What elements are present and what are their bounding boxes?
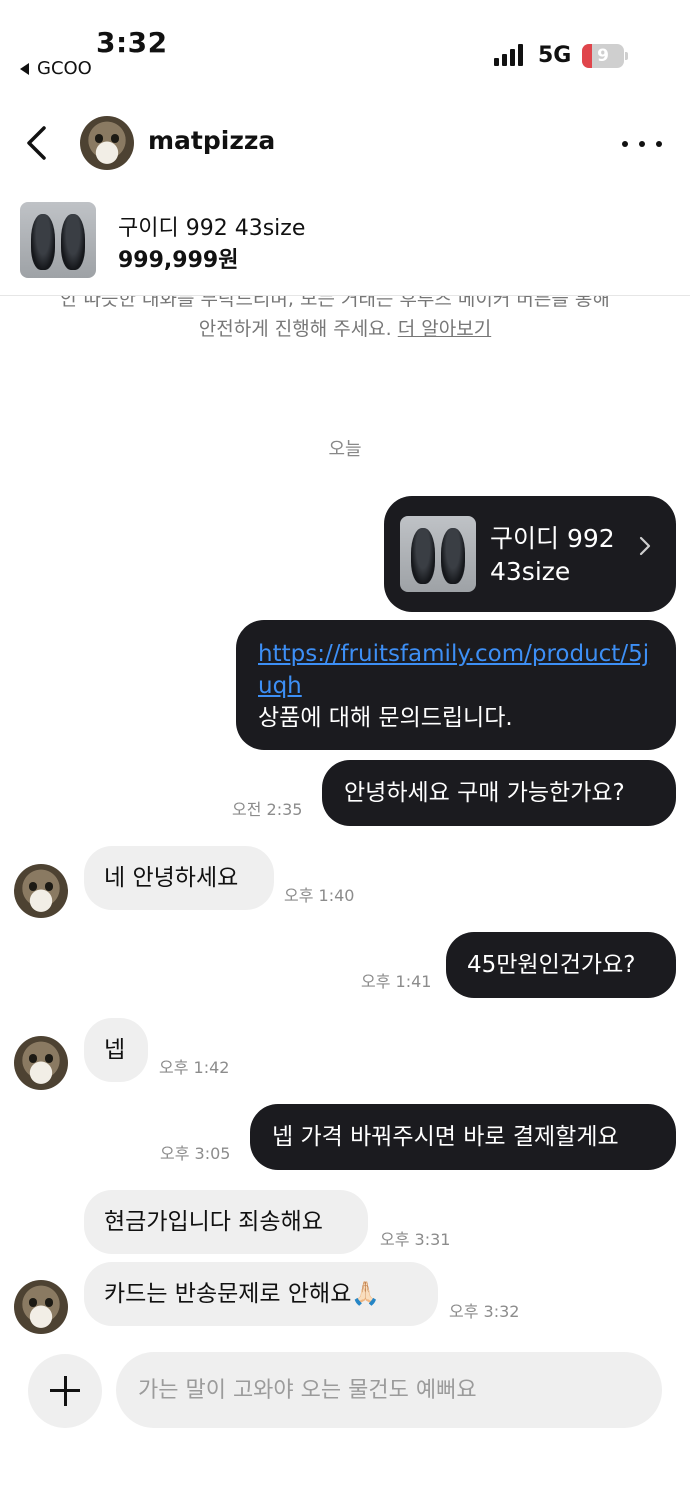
- message-timestamp: 오후 3:05: [160, 1144, 231, 1163]
- message-timestamp: 오후 1:41: [361, 972, 432, 991]
- message-timestamp: 오후 1:42: [159, 1058, 230, 1077]
- product-card-message[interactable]: 구이디 992 43size: [384, 496, 676, 612]
- more-options-button[interactable]: [622, 126, 662, 162]
- profile-avatar[interactable]: [80, 116, 134, 170]
- message-input[interactable]: [116, 1352, 662, 1428]
- sender-avatar[interactable]: [14, 864, 68, 918]
- back-to-app[interactable]: GCOO: [20, 58, 92, 79]
- product-card-thumbnail: [400, 516, 476, 592]
- chevron-left-icon: [27, 126, 46, 160]
- chat-header: matpizza: [0, 104, 690, 186]
- received-message: 현금가입니다 죄송해요: [84, 1190, 368, 1254]
- network-type: 5G: [538, 43, 572, 68]
- link-message: https://fruitsfamily.com/product/5juqh 상…: [236, 620, 676, 750]
- signal-icon: [494, 44, 524, 66]
- link-message-text: 상품에 대해 문의드립니다.: [258, 705, 513, 731]
- date-separator: 오늘: [328, 439, 362, 460]
- received-message: 카드는 반송문제로 안해요🙏🏻: [84, 1262, 438, 1326]
- status-time: 3:32: [96, 26, 168, 59]
- product-price: 999,999원: [118, 248, 239, 273]
- status-bar: 3:32 GCOO 5G 9: [0, 0, 690, 100]
- product-thumbnail: [20, 202, 96, 278]
- received-message: 네 안녕하세요: [84, 846, 274, 910]
- battery-icon: 9: [582, 44, 628, 68]
- sent-message: 넵 가격 바꿔주시면 바로 결제할게요: [250, 1104, 676, 1170]
- learn-more-link[interactable]: 더 알아보기: [398, 318, 491, 340]
- more-horizontal-icon: [622, 141, 628, 147]
- product-name: 구이디 992 43size: [118, 216, 306, 241]
- chevron-right-icon: [639, 536, 651, 556]
- battery-level: 9: [597, 46, 609, 66]
- back-app-label: GCOO: [37, 58, 92, 79]
- product-link[interactable]: https://fruitsfamily.com/product/5juqh: [258, 638, 656, 702]
- back-button[interactable]: [18, 118, 58, 168]
- message-timestamp: 오후 3:31: [380, 1230, 451, 1249]
- received-message: 넵: [84, 1018, 148, 1082]
- sender-avatar[interactable]: [14, 1280, 68, 1334]
- back-triangle-icon: [20, 62, 29, 75]
- attach-button[interactable]: [28, 1354, 102, 1428]
- message-timestamp: 오전 2:35: [232, 800, 303, 819]
- username[interactable]: matpizza: [148, 126, 275, 155]
- composer: [0, 1350, 690, 1436]
- sent-message: 안녕하세요 구매 가능한가요?: [322, 760, 676, 826]
- message-timestamp: 오후 3:32: [449, 1302, 520, 1321]
- product-banner[interactable]: 구이디 992 43size 999,999원: [0, 196, 690, 296]
- product-card-title: 구이디 992 43size: [490, 524, 615, 586]
- sent-message: 45만원인건가요?: [446, 932, 676, 998]
- message-timestamp: 오후 1:40: [284, 886, 355, 905]
- safety-notice: 안전하게 진행해 주세요. 더 알아보기: [0, 314, 690, 341]
- notice-text: 안전하게 진행해 주세요.: [198, 318, 398, 340]
- sender-avatar[interactable]: [14, 1036, 68, 1090]
